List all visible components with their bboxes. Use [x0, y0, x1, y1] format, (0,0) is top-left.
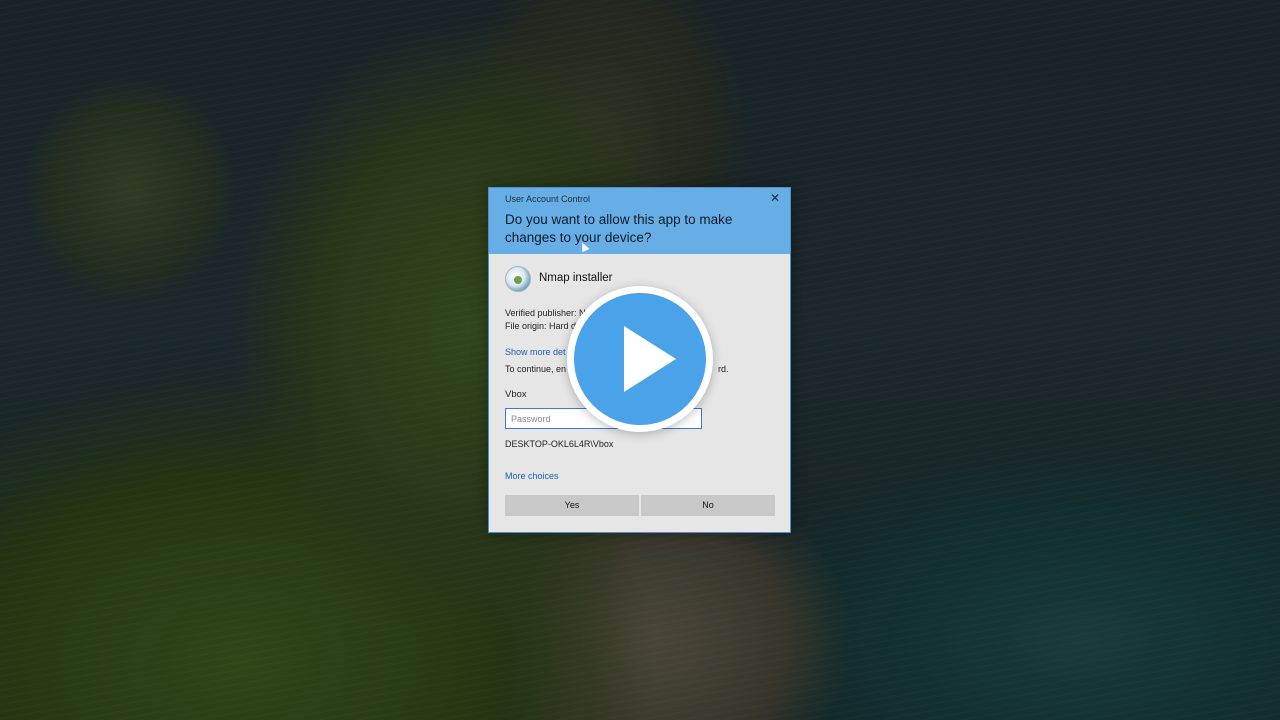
- app-name: Nmap installer: [539, 272, 613, 284]
- close-icon[interactable]: ✕: [768, 191, 782, 205]
- continue-text-end: rd.: [718, 364, 729, 374]
- play-button[interactable]: [567, 286, 713, 432]
- no-button[interactable]: No: [641, 495, 775, 516]
- more-choices-link[interactable]: More choices: [505, 471, 559, 481]
- publisher-line: Verified publisher: N: [505, 308, 586, 318]
- uac-question: Do you want to allow this app to make ch…: [505, 212, 733, 245]
- account-label: DESKTOP-OKL6L4R\Vbox: [505, 439, 614, 449]
- yes-button[interactable]: Yes: [505, 495, 639, 516]
- origin-line: File origin: Hard d: [505, 321, 577, 331]
- show-more-details-link[interactable]: Show more det: [505, 347, 566, 357]
- app-icon: [505, 266, 531, 292]
- window-title: User Account Control: [505, 194, 591, 204]
- play-icon: [624, 326, 676, 392]
- user-name: Vbox: [505, 389, 527, 400]
- continue-text-start: To continue, en: [505, 364, 567, 374]
- uac-header: User Account Control ✕ Do you want to al…: [489, 188, 790, 254]
